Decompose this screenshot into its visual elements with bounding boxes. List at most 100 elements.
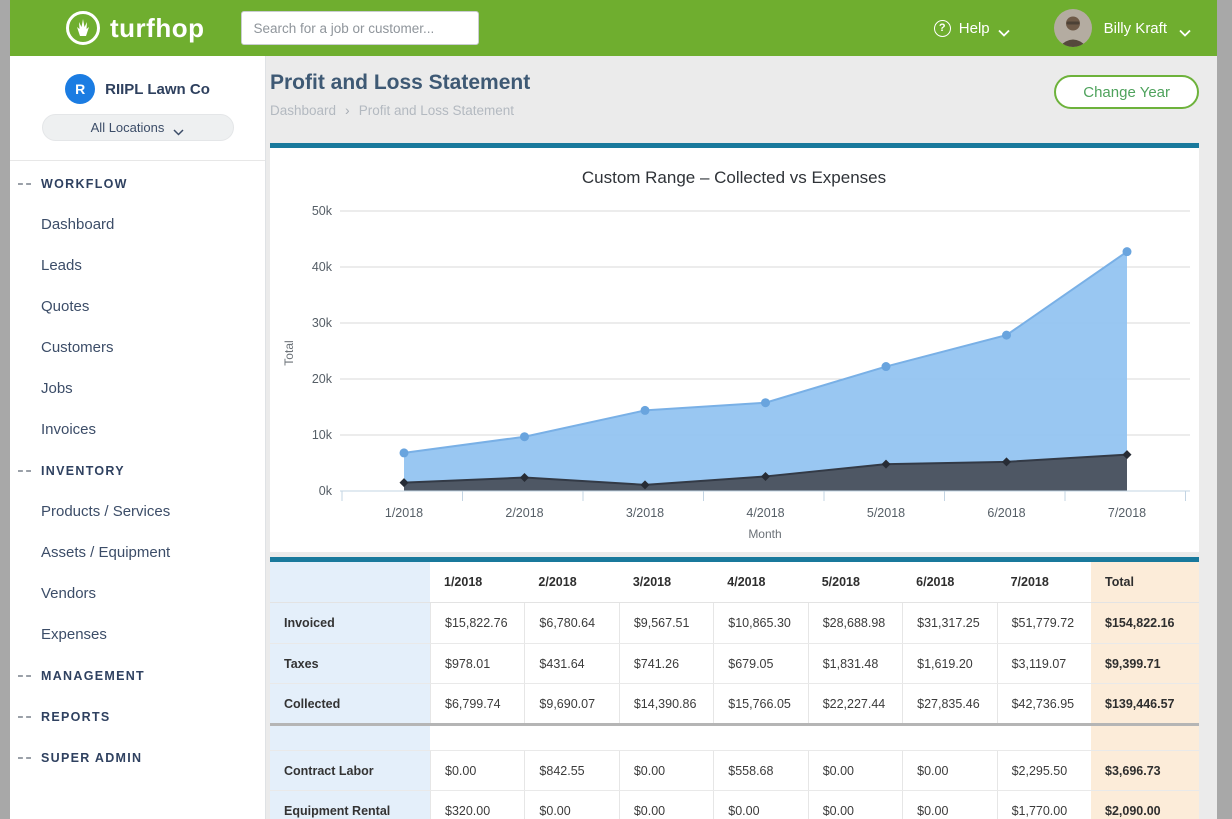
chevron-down-icon [998, 24, 1010, 32]
table-row-taxes: Taxes$978.01$431.64$741.26$679.05$1,831.… [270, 643, 1199, 683]
table-row-collected: Collected$6,799.74$9,690.07$14,390.86$15… [270, 683, 1199, 723]
top-header: turfhop ? Help Billy Kraft [10, 0, 1217, 56]
table-column-header: 7/2018 [997, 562, 1091, 602]
svg-text:3/2018: 3/2018 [626, 506, 664, 520]
table-cell: $0.00 [430, 751, 524, 790]
pl-table: 1/20182/20183/20184/20185/20186/20187/20… [270, 562, 1199, 819]
table-total-cell: $2,090.00 [1091, 791, 1199, 819]
table-cell: $3,119.07 [997, 644, 1091, 683]
svg-text:10k: 10k [312, 428, 333, 442]
sidebar-section-reports[interactable]: REPORTS [10, 696, 265, 737]
company-logo: R [65, 74, 95, 104]
turfhop-grass-icon [65, 10, 101, 46]
breadcrumb-dashboard[interactable]: Dashboard [270, 103, 336, 118]
window-scrollbar-right[interactable] [1217, 0, 1232, 819]
table-total-cell: $139,446.57 [1091, 684, 1199, 723]
table-header-row: 1/20182/20183/20184/20185/20186/20187/20… [270, 562, 1199, 603]
sidebar-item-products-services[interactable]: Products / Services [10, 491, 265, 532]
table-spacer-total [1091, 726, 1199, 750]
sidebar-item-customers[interactable]: Customers [10, 327, 265, 368]
table-spacer-cell [808, 726, 902, 750]
sidebar: R RIIPL Lawn Co All Locations WORKFLOW Da… [10, 56, 266, 819]
sidebar-nav: WORKFLOW DashboardLeadsQuotesCustomersJob… [10, 161, 265, 778]
sidebar-item-jobs[interactable]: Jobs [10, 368, 265, 409]
svg-text:Total: Total [282, 340, 296, 365]
svg-text:2/2018: 2/2018 [505, 506, 543, 520]
sidebar-item-quotes[interactable]: Quotes [10, 286, 265, 327]
table-cell: $6,799.74 [430, 684, 524, 723]
sidebar-item-assets-equipment[interactable]: Assets / Equipment [10, 532, 265, 573]
table-row-label: Collected [270, 684, 430, 723]
table-corner-cell [270, 562, 430, 602]
table-spacer-cell [430, 726, 524, 750]
table-column-header: 4/2018 [713, 562, 807, 602]
svg-text:40k: 40k [312, 260, 333, 274]
table-spacer-cell [713, 726, 807, 750]
table-cell: $1,619.20 [902, 644, 996, 683]
table-cell: $15,822.76 [430, 603, 524, 643]
table-row-invoiced: Invoiced$15,822.76$6,780.64$9,567.51$10,… [270, 603, 1199, 643]
sidebar-section-label: WORKFLOW [41, 177, 128, 191]
svg-text:7/2018: 7/2018 [1108, 506, 1146, 520]
sidebar-item-dashboard[interactable]: Dashboard [10, 204, 265, 245]
table-cell: $0.00 [902, 791, 996, 819]
breadcrumb-separator: › [345, 102, 350, 118]
chevron-down-icon [1179, 24, 1191, 32]
sidebar-section-super-admin[interactable]: SUPER ADMIN [10, 737, 265, 778]
svg-text:Month: Month [748, 527, 781, 541]
svg-text:20k: 20k [312, 372, 333, 386]
sidebar-section-label: SUPER ADMIN [41, 751, 142, 765]
table-column-header: 1/2018 [430, 562, 524, 602]
location-filter-label: All Locations [91, 120, 165, 135]
table-cell: $0.00 [619, 791, 713, 819]
sidebar-section-inventory[interactable]: INVENTORY [10, 450, 265, 491]
user-name: Billy Kraft [1104, 20, 1167, 37]
table-cell: $9,567.51 [619, 603, 713, 643]
page-head: Profit and Loss Statement Dashboard › Pr… [270, 56, 1217, 143]
user-menu[interactable]: Billy Kraft [1054, 9, 1191, 47]
brand-logo[interactable]: turfhop [65, 10, 204, 46]
svg-text:Custom Range – Collected vs Ex: Custom Range – Collected vs Expenses [582, 168, 886, 187]
section-dash-icon [18, 183, 31, 185]
table-cell: $42,736.95 [997, 684, 1091, 723]
pl-table-panel: 1/20182/20183/20184/20185/20186/20187/20… [270, 557, 1199, 819]
table-cell: $842.55 [524, 751, 618, 790]
section-dash-icon [18, 675, 31, 677]
svg-text:0k: 0k [319, 484, 333, 498]
table-spacer-cell [619, 726, 713, 750]
table-cell: $9,690.07 [524, 684, 618, 723]
location-filter[interactable]: All Locations [42, 114, 234, 141]
window-scrollbar-left[interactable] [0, 0, 10, 819]
collected-vs-expenses-chart: Custom Range – Collected vs Expenses 0k 10… [270, 148, 1199, 552]
company: R RIIPL Lawn Co [10, 74, 265, 104]
svg-text:30k: 30k [312, 316, 333, 330]
sidebar-item-vendors[interactable]: Vendors [10, 573, 265, 614]
table-cell: $31,317.25 [902, 603, 996, 643]
help-menu[interactable]: ? Help [934, 20, 1010, 37]
table-cell: $0.00 [808, 751, 902, 790]
table-cell: $15,766.05 [713, 684, 807, 723]
change-year-button[interactable]: Change Year [1054, 75, 1199, 109]
help-icon: ? [934, 20, 951, 37]
table-row-label: Contract Labor [270, 751, 430, 790]
table-column-header: Total [1091, 562, 1199, 602]
table-spacer-cell [524, 726, 618, 750]
section-dash-icon [18, 757, 31, 759]
table-cell: $0.00 [808, 791, 902, 819]
sidebar-section-management[interactable]: MANAGEMENT [10, 655, 265, 696]
svg-text:1/2018: 1/2018 [385, 506, 423, 520]
sidebar-item-expenses[interactable]: Expenses [10, 614, 265, 655]
company-name: RIIPL Lawn Co [105, 81, 210, 98]
table-cell: $2,295.50 [997, 751, 1091, 790]
table-total-cell: $154,822.16 [1091, 603, 1199, 643]
svg-text:4/2018: 4/2018 [746, 506, 784, 520]
search-input[interactable] [241, 11, 479, 45]
table-cell: $0.00 [902, 751, 996, 790]
table-cell: $51,779.72 [997, 603, 1091, 643]
table-spacer-row [270, 726, 1199, 750]
table-cell: $14,390.86 [619, 684, 713, 723]
sidebar-item-invoices[interactable]: Invoices [10, 409, 265, 450]
sidebar-section-workflow[interactable]: WORKFLOW [10, 163, 265, 204]
table-cell: $27,835.46 [902, 684, 996, 723]
sidebar-item-leads[interactable]: Leads [10, 245, 265, 286]
